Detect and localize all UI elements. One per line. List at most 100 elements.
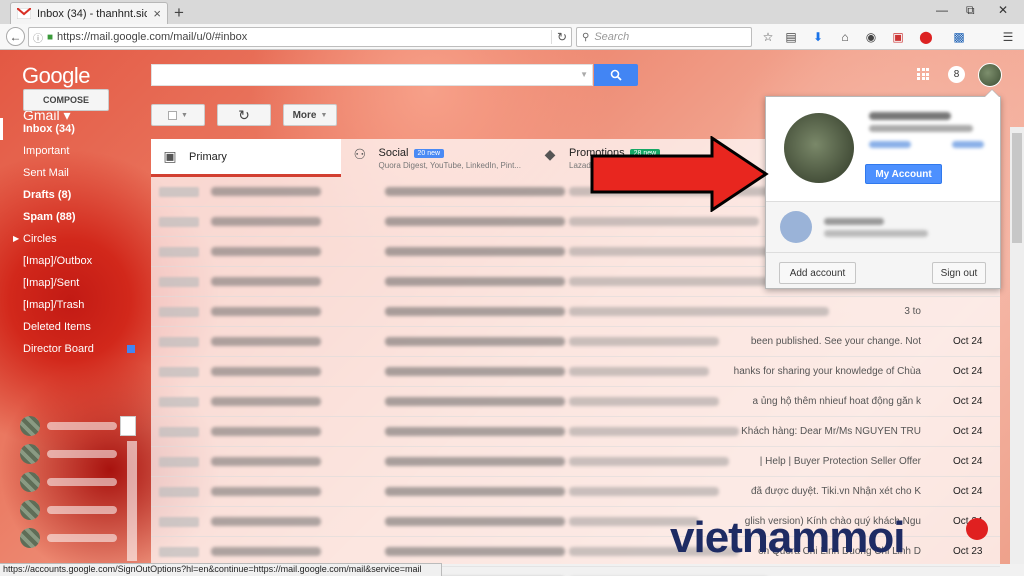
- close-window-icon[interactable]: ✕: [998, 3, 1008, 17]
- browser-search-field[interactable]: ⚲ Search: [576, 27, 752, 47]
- add-account-button[interactable]: Add account: [779, 262, 856, 284]
- adblock-icon[interactable]: ⬤: [918, 29, 934, 45]
- expand-arrow-icon[interactable]: ▶: [13, 228, 19, 250]
- reading-list-icon[interactable]: ▤: [783, 29, 799, 45]
- close-tab-icon[interactable]: ×: [153, 6, 161, 21]
- row-checkbox-star[interactable]: [159, 186, 199, 197]
- row-checkbox-star[interactable]: [159, 396, 199, 407]
- home-icon[interactable]: ⌂: [837, 29, 853, 45]
- red-arrow-annotation: [590, 136, 769, 212]
- contact-avatar: [20, 416, 40, 436]
- screenshot-icon[interactable]: ▩: [951, 29, 967, 45]
- row-date: Oct 24: [953, 456, 983, 467]
- sign-out-button[interactable]: Sign out: [932, 262, 986, 284]
- folder-drafts[interactable]: Drafts (8): [0, 184, 150, 206]
- folder-label: Director Board: [23, 343, 94, 355]
- browser-nav-bar: ← ⓘ ■ https://mail.google.com/mail/u/0/#…: [0, 24, 1024, 50]
- account-photo[interactable]: [784, 113, 854, 183]
- row-checkbox-star[interactable]: [159, 366, 199, 377]
- other-account-row[interactable]: [766, 202, 1000, 252]
- hangouts-contact[interactable]: [20, 524, 140, 552]
- back-arrow-icon[interactable]: ←: [6, 27, 25, 46]
- refresh-button[interactable]: ↻: [217, 104, 271, 126]
- download-icon[interactable]: ⬇: [810, 29, 826, 45]
- pocket-icon[interactable]: ◉: [863, 29, 879, 45]
- sender-blurred: [211, 307, 321, 316]
- snippet-blurred: [569, 337, 719, 346]
- search-button[interactable]: [594, 64, 638, 86]
- gmail-search-input[interactable]: ▼: [151, 64, 593, 86]
- tab-social[interactable]: ⚇ Social 20 new Quora Digest, YouTube, Li…: [341, 139, 531, 177]
- new-tab-button[interactable]: +: [174, 3, 184, 23]
- search-options-icon[interactable]: ▼: [580, 70, 588, 79]
- restore-icon[interactable]: ⧉: [966, 3, 975, 18]
- minimize-icon[interactable]: —: [936, 3, 948, 17]
- google-logo[interactable]: Google: [22, 63, 90, 89]
- table-row[interactable]: 3 to: [151, 297, 1000, 327]
- search-icon: ⚲: [582, 31, 590, 43]
- folder-important[interactable]: Important: [0, 140, 150, 162]
- google-profile-link[interactable]: [869, 141, 911, 148]
- row-checkbox-star[interactable]: [159, 456, 199, 467]
- apps-grid-icon[interactable]: [917, 68, 929, 80]
- sender-blurred: [211, 517, 321, 526]
- more-button[interactable]: More ▼: [283, 104, 337, 126]
- hangouts-contact[interactable]: [20, 468, 140, 496]
- row-date: Oct 24: [953, 486, 983, 497]
- table-row[interactable]: đã được duyệt. Tiki.vn Nhận xét cho K Oct…: [151, 477, 1000, 507]
- account-avatar[interactable]: [978, 63, 1002, 87]
- info-icon[interactable]: ⓘ: [33, 30, 43, 45]
- table-row[interactable]: hanks for sharing your knowledge of Chùa…: [151, 357, 1000, 387]
- row-checkbox-star[interactable]: [159, 486, 199, 497]
- table-row[interactable]: been published. See your change. Not Oct …: [151, 327, 1000, 357]
- chevron-down-icon: ▼: [181, 111, 188, 119]
- folder-circles[interactable]: ▶ Circles: [0, 228, 150, 250]
- privacy-link[interactable]: [952, 141, 984, 148]
- tab-subtitle: Quora Digest, YouTube, LinkedIn, Pint...: [378, 161, 521, 170]
- row-checkbox-star[interactable]: [159, 306, 199, 317]
- folder-imap-outbox[interactable]: [Imap]/Outbox: [0, 250, 150, 272]
- snippet-text: Khách hàng: Dear Mr/Ms NGUYEN TRU: [741, 426, 921, 437]
- compose-button[interactable]: COMPOSE: [23, 89, 109, 111]
- row-checkbox-star[interactable]: [159, 216, 199, 227]
- folder-imap-trash[interactable]: [Imap]/Trash: [0, 294, 150, 316]
- scrollbar-thumb[interactable]: [1012, 133, 1022, 243]
- bookmark-star-icon[interactable]: ☆: [760, 29, 776, 45]
- row-checkbox-star[interactable]: [159, 426, 199, 437]
- hangouts-contact[interactable]: [20, 496, 140, 524]
- reload-icon[interactable]: ↻: [550, 30, 567, 44]
- select-checkbox-button[interactable]: ▼: [151, 104, 205, 126]
- folder-deleted-items[interactable]: Deleted Items: [0, 316, 150, 338]
- url-text[interactable]: https://mail.google.com/mail/u/0/#inbox: [57, 31, 547, 43]
- row-checkbox-star[interactable]: [159, 546, 199, 557]
- my-account-button[interactable]: My Account: [865, 164, 942, 184]
- folder-imap-sent[interactable]: [Imap]/Sent: [0, 272, 150, 294]
- table-row[interactable]: | Help | Buyer Protection Seller Offer Oc…: [151, 447, 1000, 477]
- table-row[interactable]: Khách hàng: Dear Mr/Ms NGUYEN TRU Oct 24: [151, 417, 1000, 447]
- browser-tab-inbox[interactable]: Inbox (34) - thanhnt.sic@... ×: [10, 2, 168, 24]
- lock-icon[interactable]: ■: [47, 32, 53, 43]
- menu-icon[interactable]: ☰: [1000, 29, 1016, 45]
- folder-sent-mail[interactable]: Sent Mail: [0, 162, 150, 184]
- tab-primary[interactable]: ▣ Primary: [151, 139, 341, 177]
- notification-count[interactable]: 8: [948, 66, 965, 83]
- sender-blurred: [211, 367, 321, 376]
- url-bar[interactable]: ⓘ ■ https://mail.google.com/mail/u/0/#in…: [28, 27, 572, 47]
- hangouts-scrollbar[interactable]: [127, 441, 137, 561]
- extension-icon[interactable]: ▣: [890, 29, 906, 45]
- row-checkbox-star[interactable]: [159, 276, 199, 287]
- folder-director-board[interactable]: Director Board: [0, 338, 150, 360]
- hangouts-menu-icon[interactable]: [120, 416, 136, 436]
- page-scrollbar[interactable]: [1010, 127, 1024, 564]
- search-icon: [610, 69, 622, 81]
- folder-spam[interactable]: Spam (88): [0, 206, 150, 228]
- snippet-text: been published. See your change. Not: [750, 336, 921, 347]
- row-checkbox-star[interactable]: [159, 246, 199, 257]
- row-checkbox-star[interactable]: [159, 516, 199, 527]
- folder-inbox[interactable]: Inbox (34): [0, 118, 150, 140]
- row-checkbox-star[interactable]: [159, 336, 199, 347]
- hangouts-contact[interactable]: [20, 440, 140, 468]
- folder-list: Inbox (34) Important Sent Mail Drafts (8…: [0, 118, 150, 360]
- status-bar-url: https://accounts.google.com/SignOutOptio…: [0, 563, 442, 576]
- table-row[interactable]: a ủng hộ thêm nhieuf hoat động gắn k Oct …: [151, 387, 1000, 417]
